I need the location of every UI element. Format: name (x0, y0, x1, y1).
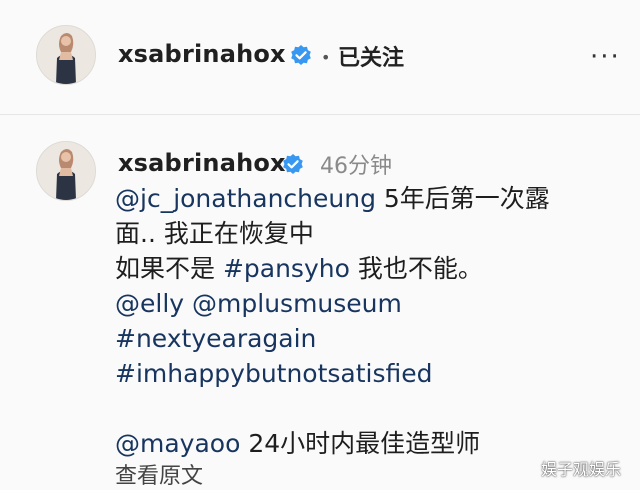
hashtag-link[interactable]: #nextyearagain (115, 321, 615, 356)
watermark: 娱子观娱乐 (541, 460, 622, 479)
caption-line: @mayaoo 24小时内最佳造型师 (115, 429, 481, 458)
caption-line: @jc_jonathancheung 5年后第一次露 (115, 184, 550, 213)
caption-line: 面.. 我正在恢复中 (115, 219, 314, 248)
following-button[interactable]: 已关注 (338, 40, 404, 72)
caption-line: @elly @mplusmuseum (115, 286, 615, 321)
mention-link[interactable]: @jc_jonathancheung (115, 184, 376, 213)
caption-text: @jc_jonathancheung 5年后第一次露 面.. 我正在恢复中 如果… (115, 181, 615, 461)
timestamp: 46分钟 (320, 154, 392, 179)
mention-link[interactable]: @mplusmuseum (192, 289, 402, 318)
profile-photo (37, 142, 95, 200)
avatar[interactable] (36, 25, 96, 85)
more-options-icon[interactable]: ··· (590, 42, 621, 72)
post-header: xsabrinahox • 已关注 ··· (0, 0, 640, 115)
separator-dot: • (321, 48, 331, 67)
see-original-link[interactable]: 查看原文 (115, 458, 203, 490)
mention-link[interactable]: @elly (115, 289, 184, 318)
username[interactable]: xsabrinahox (118, 149, 286, 177)
caption-line: 如果不是 #pansyho 我也不能。 (115, 254, 483, 283)
verified-badge-icon (291, 45, 311, 65)
avatar[interactable] (36, 141, 96, 201)
hashtag-link[interactable]: #imhappybutnotsatisfied (115, 356, 615, 391)
username[interactable]: xsabrinahox (118, 40, 286, 68)
hashtag-link[interactable]: #pansyho (223, 254, 350, 283)
profile-photo (37, 26, 95, 84)
verified-badge-icon (283, 154, 303, 174)
caption-comment: xsabrinahox 46分钟 @jc_jonathancheung 5年后第… (0, 115, 640, 489)
mention-link[interactable]: @mayaoo (115, 429, 240, 458)
